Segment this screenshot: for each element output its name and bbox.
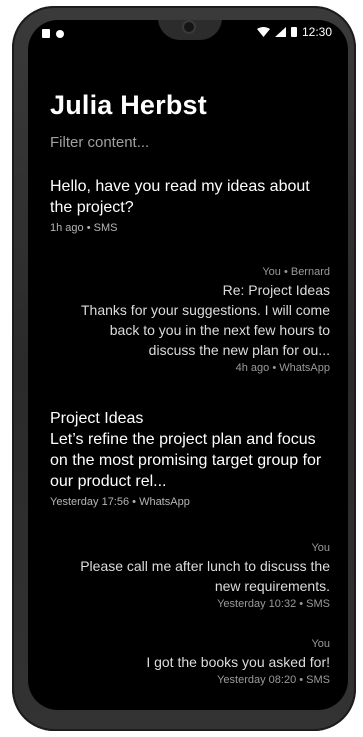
message-item[interactable]: You • Bernard Re: Project Ideas Thanks f… bbox=[68, 266, 330, 374]
message-item[interactable]: Project Ideas Let’s refine the project p… bbox=[50, 408, 328, 508]
message-sender: You bbox=[311, 638, 330, 650]
message-item[interactable]: Hello, have you read my ideas about the … bbox=[50, 176, 328, 234]
message-item[interactable]: You Please call me after lunch to discus… bbox=[68, 542, 330, 610]
page-title: Julia Herbst bbox=[50, 90, 207, 120]
message-body: Thanks for your suggestions. I will come… bbox=[81, 302, 330, 358]
phone-frame: 12:30 Julia Herbst Filter content... Hel… bbox=[12, 6, 356, 731]
message-meta: 4h ago • WhatsApp bbox=[235, 362, 330, 374]
message-meta: Yesterday 17:56 • WhatsApp bbox=[50, 496, 190, 508]
message-body: I got the books you asked for! bbox=[146, 654, 330, 670]
message-meta: Yesterday 10:32 • SMS bbox=[217, 598, 330, 610]
message-item[interactable]: You I got the books you asked for! Yeste… bbox=[68, 638, 330, 686]
message-sender: You bbox=[311, 542, 330, 554]
message-sender: You • Bernard bbox=[262, 266, 330, 278]
message-meta: 1h ago • SMS bbox=[50, 222, 118, 234]
message-body: Hello, have you read my ideas about the … bbox=[50, 178, 310, 216]
message-view: Julia Herbst Filter content... Hello, ha… bbox=[28, 20, 348, 710]
message-body: Please call me after lunch to discuss th… bbox=[80, 558, 330, 594]
message-subject: Project Ideas bbox=[50, 410, 144, 427]
filter-input[interactable]: Filter content... bbox=[50, 134, 149, 151]
message-meta: Yesterday 08:20 • SMS bbox=[217, 674, 330, 686]
message-subject: Re: Project Ideas bbox=[222, 282, 330, 298]
message-body: Let’s refine the project plan and focus … bbox=[50, 431, 322, 490]
phone-screen: 12:30 Julia Herbst Filter content... Hel… bbox=[28, 20, 348, 710]
